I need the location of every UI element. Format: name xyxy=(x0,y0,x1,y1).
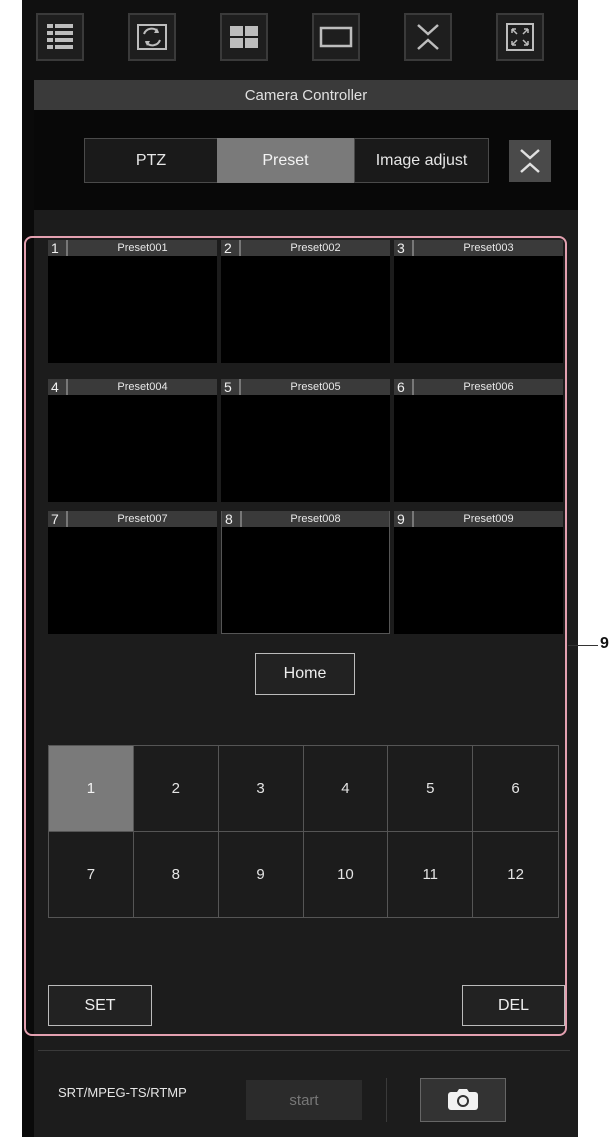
collapse-panel-button[interactable] xyxy=(509,140,551,182)
list-view-icon xyxy=(47,24,73,49)
fullscreen-icon xyxy=(506,23,534,51)
collapse-icon xyxy=(417,24,439,50)
camera-icon xyxy=(448,1089,478,1110)
tabs-area: PTZ Preset Image adjust xyxy=(34,110,578,210)
stream-start-button[interactable]: start xyxy=(246,1080,362,1120)
collapse-toolbar-button[interactable] xyxy=(404,13,452,61)
window-title: Camera Controller xyxy=(34,80,578,110)
top-toolbar xyxy=(22,0,578,80)
callout-leader-line xyxy=(568,645,598,646)
window-title-text: Camera Controller xyxy=(244,86,368,104)
rotate-image-icon xyxy=(137,24,167,50)
stream-label: SRT/MPEG-TS/RTMP xyxy=(58,1085,187,1100)
list-view-button[interactable] xyxy=(36,13,84,61)
single-view-icon xyxy=(319,26,353,48)
fullscreen-button[interactable] xyxy=(496,13,544,61)
rotate-image-button[interactable] xyxy=(128,13,176,61)
tab-preset[interactable]: Preset xyxy=(217,138,354,183)
single-view-button[interactable] xyxy=(312,13,360,61)
stream-bar: SRT/MPEG-TS/RTMP start xyxy=(34,1050,578,1137)
tab-ptz[interactable]: PTZ xyxy=(84,138,218,183)
quad-view-icon xyxy=(230,26,258,48)
divider xyxy=(38,1050,570,1051)
collapse-icon xyxy=(520,149,540,173)
callout-number: 9 xyxy=(600,635,609,652)
tab-image-adjust[interactable]: Image adjust xyxy=(354,138,489,183)
quad-view-button[interactable] xyxy=(220,13,268,61)
highlight-callout-box xyxy=(24,236,567,1036)
snapshot-button[interactable] xyxy=(420,1078,506,1122)
divider xyxy=(386,1078,387,1122)
